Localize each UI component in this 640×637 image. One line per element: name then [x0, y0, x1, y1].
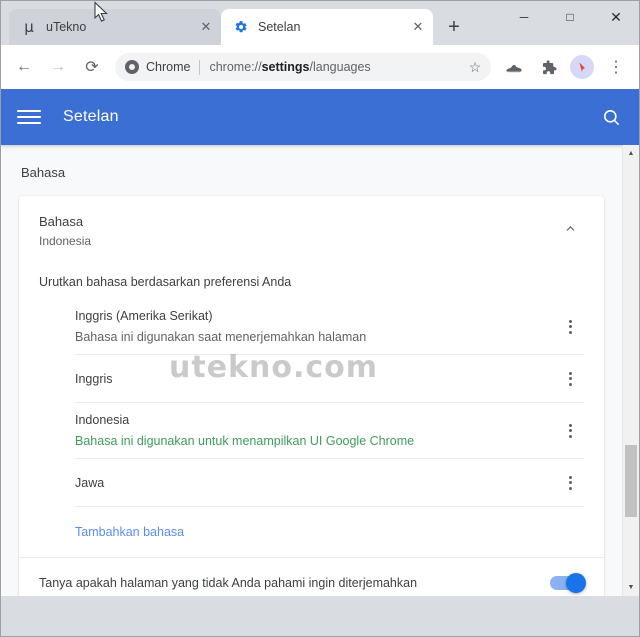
- url-text: chrome://settings/languages: [209, 60, 463, 74]
- list-item[interactable]: Inggris (Amerika Serikat) Bahasa ini dig…: [75, 299, 584, 355]
- site-chip-label: Chrome: [146, 60, 191, 74]
- language-description: Bahasa ini digunakan saat menerjemahkan …: [75, 330, 367, 344]
- card-subtitle: Indonesia: [39, 234, 92, 248]
- language-list: Inggris (Amerika Serikat) Bahasa ini dig…: [19, 299, 604, 507]
- language-text: Jawa: [75, 474, 558, 492]
- list-item[interactable]: Indonesia Bahasa ini digunakan untuk men…: [75, 403, 584, 459]
- card-header-text: Bahasa Indonesia: [39, 212, 556, 251]
- back-icon[interactable]: ←: [9, 52, 39, 82]
- offer-translate-toggle[interactable]: [550, 572, 586, 593]
- chrome-logo-icon: [125, 60, 139, 74]
- page-content: Setelan Bahasa Bahasa Indonesia Urutkan …: [1, 89, 639, 596]
- language-name: Inggris (Amerika Serikat): [75, 309, 213, 323]
- close-icon[interactable]: ✕: [197, 18, 215, 36]
- shoe-icon[interactable]: [499, 52, 529, 82]
- language-name: Indonesia: [75, 413, 130, 427]
- chevron-up-icon[interactable]: [556, 214, 584, 242]
- close-icon[interactable]: ✕: [409, 18, 427, 36]
- offer-translate-label: Tanya apakah halaman yang tidak Anda pah…: [39, 575, 418, 590]
- settings-app-bar: Setelan: [1, 89, 639, 145]
- window-controls: ─ □ ✕: [501, 1, 639, 33]
- omnibox-divider: [199, 59, 201, 75]
- scrollbar-thumb[interactable]: [625, 445, 637, 517]
- tab-favicon-glyph: μ: [24, 17, 34, 36]
- new-tab-button[interactable]: +: [439, 12, 469, 42]
- scroll-down-arrow[interactable]: ▼: [623, 579, 639, 596]
- hamburger-icon[interactable]: [17, 105, 41, 129]
- language-name: Jawa: [75, 475, 105, 490]
- settings-scroll-area: Bahasa Bahasa Indonesia Urutkan bahasa b…: [1, 145, 639, 596]
- language-description: Bahasa ini digunakan untuk menampilkan U…: [75, 434, 415, 448]
- scroll-up-arrow[interactable]: ▲: [623, 145, 639, 162]
- list-item[interactable]: Jawa: [75, 459, 584, 507]
- tab-title: uTekno: [46, 20, 87, 34]
- gear-icon: [233, 19, 249, 35]
- sort-languages-label: Urutkan bahasa berdasarkan preferensi An…: [39, 275, 292, 289]
- search-icon[interactable]: [599, 105, 623, 129]
- site-chip: Chrome: [125, 60, 190, 74]
- url-suffix: /languages: [309, 60, 371, 74]
- language-text: Indonesia Bahasa ini digunakan untuk men…: [75, 411, 558, 450]
- profile-avatar[interactable]: [570, 55, 594, 79]
- browser-window: μ uTekno ✕ Setelan ✕ + ─ □ ✕ ← → ⟳ Chrom…: [0, 0, 640, 637]
- browser-menu-icon[interactable]: ⋮: [601, 52, 631, 82]
- mu-letter-icon: μ: [21, 19, 37, 35]
- vertical-scrollbar[interactable]: ▲ ▼: [622, 145, 639, 596]
- language-name: Inggris: [75, 371, 113, 386]
- puzzle-icon[interactable]: [533, 52, 563, 82]
- maximize-button[interactable]: □: [547, 1, 593, 33]
- section-heading: Bahasa: [21, 165, 66, 180]
- offer-translate-row[interactable]: Tanya apakah halaman yang tidak Anda pah…: [19, 557, 604, 596]
- tab-utekno[interactable]: μ uTekno ✕: [9, 9, 221, 45]
- bookmark-star-icon[interactable]: ☆: [463, 55, 487, 79]
- languages-card-header[interactable]: Bahasa Indonesia: [19, 196, 604, 267]
- browser-toolbar: ← → ⟳ Chrome chrome://settings/languages…: [1, 45, 639, 89]
- minimize-button[interactable]: ─: [501, 1, 547, 33]
- page-title: Setelan: [63, 108, 119, 125]
- url-bold-part: settings: [261, 60, 310, 74]
- more-vert-icon[interactable]: [558, 367, 582, 391]
- card-title: Bahasa: [39, 214, 84, 229]
- languages-card: Bahasa Indonesia Urutkan bahasa berdasar…: [19, 196, 604, 596]
- more-vert-icon[interactable]: [558, 419, 582, 443]
- tab-setelan[interactable]: Setelan ✕: [221, 9, 433, 45]
- close-button[interactable]: ✕: [593, 1, 639, 33]
- toggle-knob: [566, 572, 586, 593]
- more-vert-icon[interactable]: [558, 471, 582, 495]
- url-prefix: chrome://: [209, 60, 262, 74]
- address-bar[interactable]: Chrome chrome://settings/languages ☆: [115, 53, 491, 81]
- language-text: Inggris (Amerika Serikat) Bahasa ini dig…: [75, 307, 558, 346]
- tab-title: Setelan: [258, 20, 301, 34]
- language-text: Inggris: [75, 370, 558, 388]
- mouse-cursor: [93, 1, 110, 30]
- list-item[interactable]: Inggris: [75, 355, 584, 403]
- forward-icon[interactable]: →: [43, 52, 73, 82]
- reload-icon[interactable]: ⟳: [77, 52, 107, 82]
- add-language-link[interactable]: Tambahkan bahasa: [19, 507, 604, 557]
- more-vert-icon[interactable]: [558, 315, 582, 339]
